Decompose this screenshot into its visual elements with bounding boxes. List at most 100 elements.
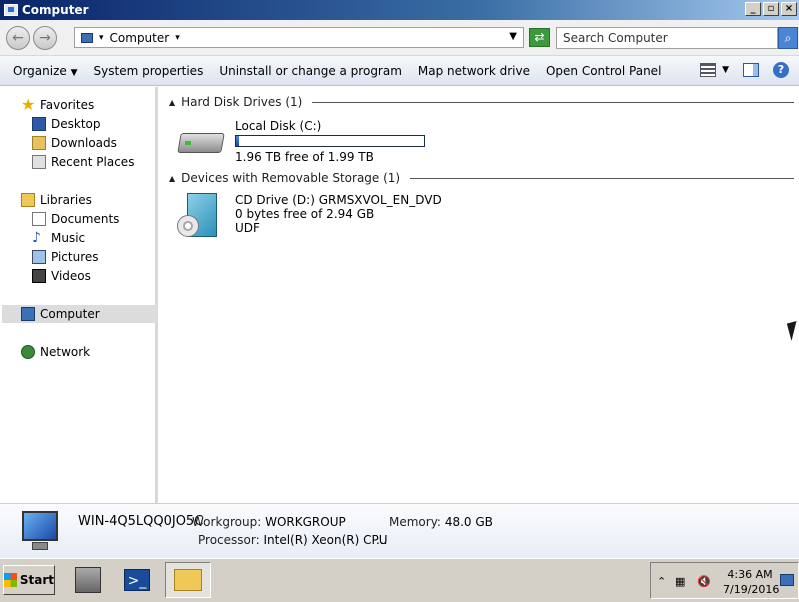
nav-label: Libraries bbox=[40, 193, 92, 207]
preview-pane-icon[interactable] bbox=[743, 63, 759, 77]
cd-drive-icon bbox=[177, 193, 225, 239]
computer-icon bbox=[4, 4, 18, 16]
memory-info: Memory: 48.0 GB bbox=[389, 515, 493, 529]
command-bar: Organize ▼ System properties Uninstall o… bbox=[0, 56, 799, 86]
nav-pictures[interactable]: Pictures bbox=[32, 248, 99, 266]
nav-favorites[interactable]: ★ Favorites bbox=[21, 96, 94, 114]
nav-recent-places[interactable]: Recent Places bbox=[32, 153, 134, 171]
memory-label: Memory: bbox=[389, 515, 441, 529]
taskbar-explorer[interactable] bbox=[165, 562, 211, 598]
address-history-dropdown-icon[interactable]: ▼ bbox=[509, 31, 517, 42]
group-header-hard-disk-drives[interactable]: ▲ Hard Disk Drives (1) bbox=[169, 95, 794, 109]
nav-label: Desktop bbox=[51, 117, 101, 131]
network-tray-icon[interactable]: ▦ bbox=[675, 575, 685, 588]
nav-libraries[interactable]: Libraries bbox=[21, 191, 92, 209]
workgroup-value: WORKGROUP bbox=[265, 515, 346, 529]
processor-info: Processor: Intel(R) Xeon(R) CPU bbox=[198, 533, 387, 547]
drive-filesystem: UDF bbox=[235, 221, 260, 235]
view-controls: ▼ ? bbox=[700, 62, 789, 78]
taskbar-powershell[interactable]: >_ bbox=[117, 562, 157, 598]
server-manager-icon bbox=[75, 567, 101, 593]
nav-network[interactable]: Network bbox=[21, 343, 90, 361]
music-note-icon: ♪ bbox=[32, 230, 41, 246]
address-bar-area: ← → ▾ Computer ▾ ▼ ⇄ Search Computer ⌕ bbox=[0, 20, 799, 56]
volume-muted-icon[interactable]: 🔇 bbox=[697, 575, 711, 588]
back-arrow-icon: ← bbox=[12, 30, 24, 46]
organize-label: Organize bbox=[13, 63, 67, 78]
group-title: Devices with Removable Storage (1) bbox=[181, 171, 401, 185]
computer-large-icon bbox=[18, 511, 62, 553]
search-input[interactable]: Search Computer bbox=[556, 27, 778, 49]
details-pane: WIN-4Q5LQQ0JO5C Workgroup: WORKGROUP Mem… bbox=[0, 503, 799, 558]
explorer-folder-icon bbox=[174, 569, 202, 591]
capacity-bar-fill bbox=[236, 136, 239, 146]
drive-cd-d[interactable]: CD Drive (D:) GRMSXVOL_EN_DVD 0 bytes fr… bbox=[177, 193, 442, 239]
open-control-panel-button[interactable]: Open Control Panel bbox=[538, 64, 669, 78]
view-options-chevron-icon[interactable]: ▼ bbox=[722, 65, 729, 75]
nav-label: Favorites bbox=[40, 98, 95, 112]
clock[interactable]: 4:36 AM 7/19/2016 bbox=[723, 567, 780, 597]
group-divider bbox=[312, 101, 794, 103]
window-title: Computer bbox=[22, 3, 89, 17]
group-divider bbox=[410, 177, 794, 179]
search-button[interactable]: ⌕ bbox=[778, 27, 798, 49]
clock-time: 4:36 AM bbox=[727, 568, 773, 581]
nav-computer[interactable]: Computer bbox=[2, 305, 158, 323]
organize-button[interactable]: Organize ▼ bbox=[0, 64, 86, 78]
videos-icon bbox=[32, 269, 46, 283]
uninstall-program-button[interactable]: Uninstall or change a program bbox=[211, 64, 410, 78]
nav-music[interactable]: ♪ Music bbox=[32, 229, 85, 247]
hard-drive-icon bbox=[177, 119, 225, 165]
map-network-drive-button[interactable]: Map network drive bbox=[410, 64, 538, 78]
computer-icon bbox=[81, 32, 93, 43]
show-hidden-icons-chevron-icon[interactable]: ⌃ bbox=[657, 575, 666, 588]
chevron-down-icon: ▼ bbox=[70, 67, 78, 78]
nav-label: Network bbox=[40, 345, 91, 359]
show-desktop-icon[interactable] bbox=[780, 574, 794, 586]
drive-name: CD Drive (D:) GRMSXVOL_EN_DVD bbox=[235, 193, 442, 207]
powershell-icon: >_ bbox=[124, 569, 150, 591]
workgroup-info: Workgroup: WORKGROUP bbox=[192, 515, 346, 529]
drive-local-disk-c[interactable]: Local Disk (C:) 1.96 TB free of 1.99 TB bbox=[177, 119, 425, 165]
change-view-icon[interactable] bbox=[700, 63, 717, 77]
nav-label: Videos bbox=[51, 269, 91, 283]
address-field[interactable]: ▾ Computer ▾ ▼ bbox=[74, 27, 524, 48]
system-properties-button[interactable]: System properties bbox=[86, 64, 212, 78]
start-button[interactable]: Start bbox=[3, 565, 55, 595]
window-controls: _ ▫ × bbox=[745, 2, 797, 16]
nav-videos[interactable]: Videos bbox=[32, 267, 91, 285]
nav-label: Documents bbox=[51, 212, 120, 226]
collapse-caret-icon[interactable]: ▲ bbox=[169, 98, 175, 107]
downloads-folder-icon bbox=[32, 136, 46, 150]
workgroup-label: Workgroup: bbox=[192, 515, 262, 529]
nav-downloads[interactable]: Downloads bbox=[32, 134, 117, 152]
forward-button[interactable]: → bbox=[33, 26, 57, 50]
computer-icon bbox=[21, 307, 35, 321]
collapse-caret-icon[interactable]: ▲ bbox=[169, 174, 175, 183]
minimize-button[interactable]: _ bbox=[745, 2, 761, 16]
taskbar-server-manager[interactable] bbox=[68, 562, 108, 598]
group-header-removable-storage[interactable]: ▲ Devices with Removable Storage (1) bbox=[169, 171, 794, 185]
nav-label: Computer bbox=[40, 307, 100, 321]
libraries-icon bbox=[21, 193, 35, 207]
nav-documents[interactable]: Documents bbox=[32, 210, 119, 228]
restore-button[interactable]: ▫ bbox=[763, 2, 779, 16]
nav-desktop[interactable]: Desktop bbox=[32, 115, 101, 133]
refresh-icon: ⇄ bbox=[534, 30, 545, 44]
help-icon[interactable]: ? bbox=[773, 62, 789, 78]
more-details[interactable]: ... bbox=[376, 533, 387, 547]
processor-label: Processor: bbox=[198, 533, 260, 547]
close-button[interactable]: × bbox=[781, 2, 797, 16]
title-bar: Computer _ ▫ × bbox=[0, 0, 799, 20]
nav-label: Recent Places bbox=[51, 155, 135, 169]
windows-logo-icon bbox=[4, 573, 17, 587]
refresh-button[interactable]: ⇄ bbox=[529, 28, 550, 47]
recent-places-icon bbox=[32, 155, 46, 169]
back-button[interactable]: ← bbox=[6, 26, 30, 50]
breadcrumb-computer[interactable]: Computer bbox=[110, 31, 170, 45]
breadcrumb-chevron-icon[interactable]: ▾ bbox=[99, 33, 104, 43]
memory-value: 48.0 GB bbox=[444, 515, 493, 529]
clock-date: 7/19/2016 bbox=[723, 583, 780, 596]
breadcrumb-dropdown-icon[interactable]: ▾ bbox=[175, 33, 180, 43]
system-tray: ⌃ ▦ 🔇 4:36 AM 7/19/2016 bbox=[650, 562, 799, 599]
